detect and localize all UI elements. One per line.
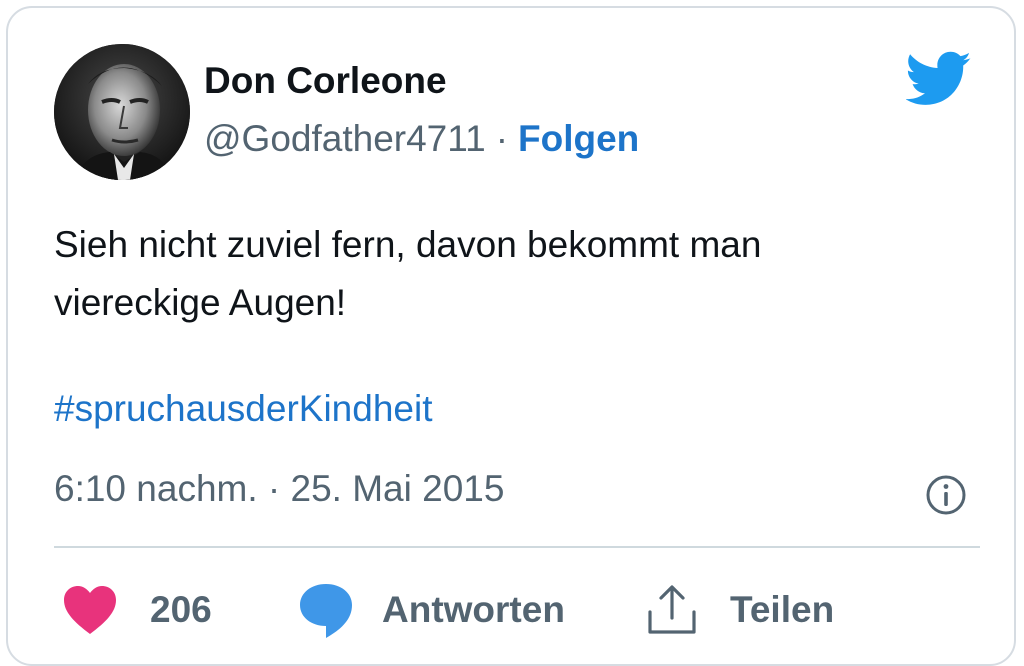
reply-label: Antworten xyxy=(382,589,565,630)
heart-icon xyxy=(64,586,116,634)
follow-button[interactable]: Folgen xyxy=(518,118,639,159)
timestamp[interactable]: 6:10 nachm. · 25. Mai 2015 xyxy=(54,468,504,510)
tweet-text: Sieh nicht zuviel fern, davon bekommt ma… xyxy=(54,216,954,332)
tweet-card: Don Corleone @Godfather4711 · Folgen Sieh … xyxy=(6,6,1016,666)
share-icon xyxy=(648,585,696,634)
tweet-text-line: viereckige Augen! xyxy=(54,282,347,323)
twitter-bird-icon[interactable] xyxy=(906,50,972,108)
user-handle[interactable]: @Godfather4711 xyxy=(204,118,486,159)
share-button[interactable]: Teilen xyxy=(644,580,834,640)
display-name[interactable]: Don Corleone xyxy=(204,60,447,102)
hashtag-link[interactable]: #spruchausderKindheit xyxy=(54,388,432,430)
tweet-text-line: Sieh nicht zuviel fern, davon bekommt ma… xyxy=(54,224,762,265)
avatar-portrait-icon xyxy=(54,44,190,180)
speech-bubble-icon xyxy=(300,584,352,638)
like-count: 206 xyxy=(150,589,212,630)
share-label: Teilen xyxy=(730,589,835,630)
info-icon[interactable] xyxy=(924,473,968,517)
like-button[interactable]: 206 xyxy=(62,580,212,640)
separator-dot: · xyxy=(495,118,509,159)
divider xyxy=(54,546,980,548)
handle-row: @Godfather4711 · Folgen xyxy=(204,118,639,160)
avatar[interactable] xyxy=(54,44,190,180)
reply-button[interactable]: Antworten xyxy=(296,580,565,640)
